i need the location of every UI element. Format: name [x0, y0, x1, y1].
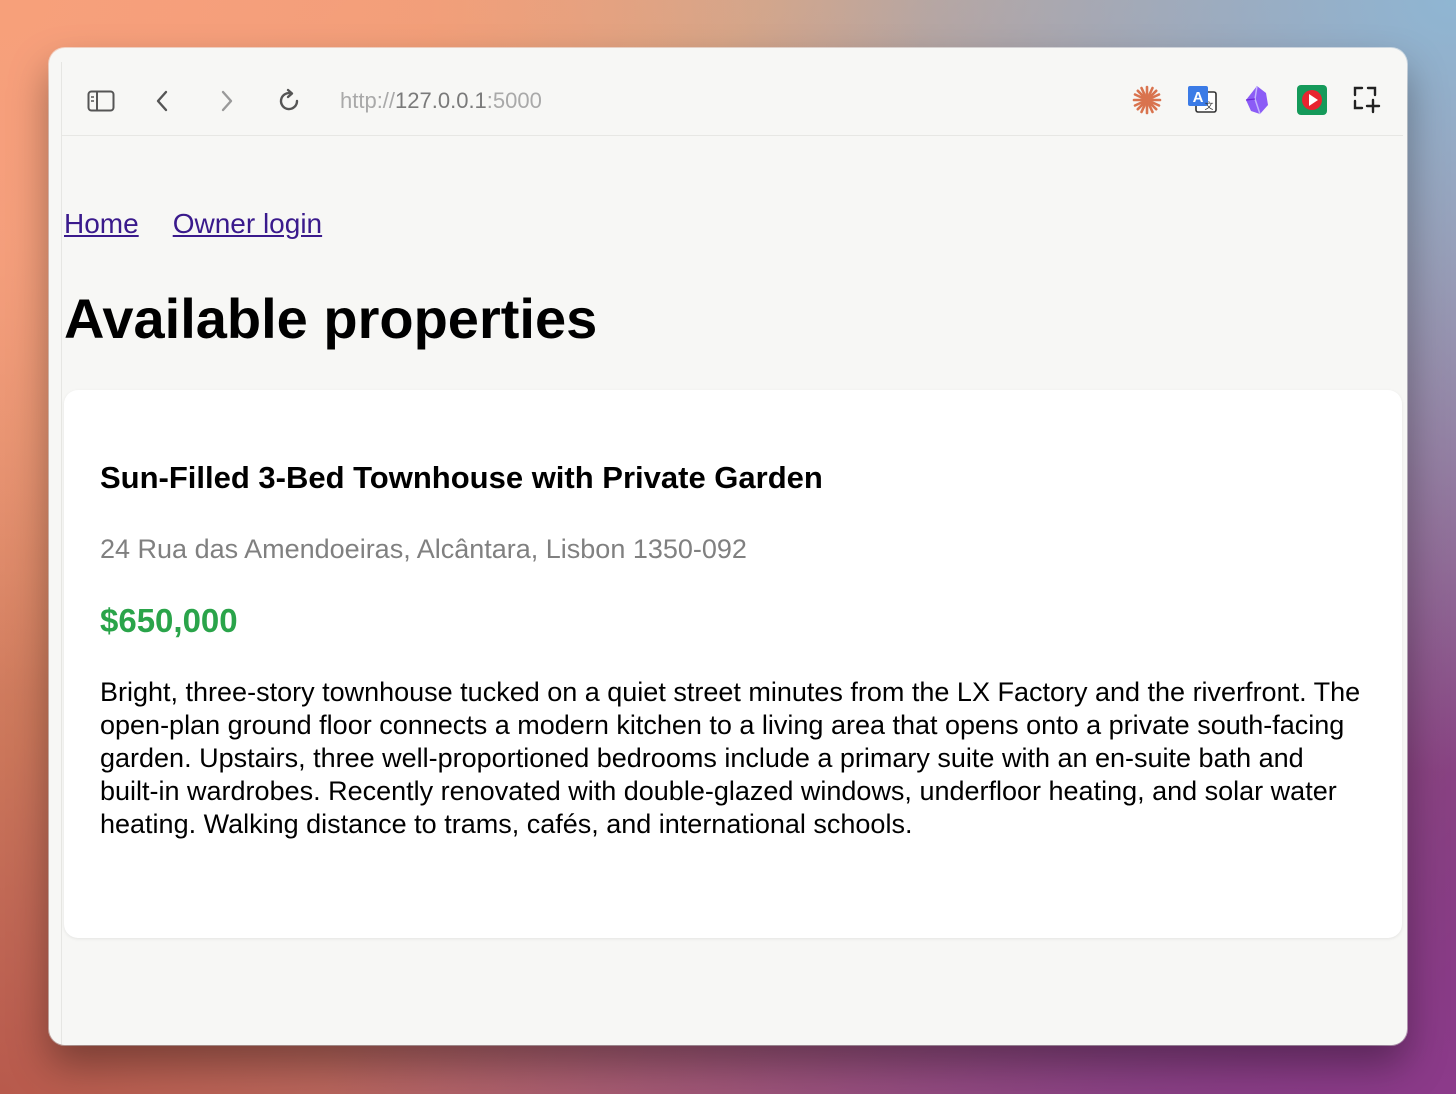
- reload-icon[interactable]: [274, 86, 304, 116]
- obsidian-icon[interactable]: [1240, 83, 1274, 117]
- url-scheme: http://: [340, 88, 396, 113]
- screenshot-icon[interactable]: [1350, 83, 1384, 117]
- svg-text:A: A: [1193, 89, 1204, 106]
- property-card: Sun-Filled 3-Bed Townhouse with Private …: [64, 390, 1402, 938]
- back-icon[interactable]: [147, 86, 177, 116]
- translate-icon[interactable]: A 文: [1185, 83, 1219, 117]
- url-host: 127.0.0.1: [395, 88, 487, 113]
- nav-link-owner-login[interactable]: Owner login: [173, 208, 322, 239]
- nav-link-home[interactable]: Home: [64, 208, 139, 239]
- browser-toolbar: http://127.0.0.1:5000 A 文: [62, 62, 1403, 136]
- site-nav: Home Owner login: [64, 208, 356, 240]
- page-title: Available properties: [64, 287, 598, 350]
- address-bar[interactable]: http://127.0.0.1:5000: [340, 86, 542, 116]
- browser-content: http://127.0.0.1:5000 A 文 Home Owner log…: [61, 62, 1403, 1045]
- svg-text:文: 文: [1204, 100, 1213, 111]
- forward-icon[interactable]: [212, 86, 242, 116]
- property-price: $650,000: [100, 602, 238, 639]
- claude-icon[interactable]: [1130, 83, 1164, 117]
- url-port: :5000: [486, 88, 542, 113]
- property-description: Bright, three-story townhouse tucked on …: [100, 677, 1361, 839]
- sidebar-toggle-icon[interactable]: [86, 86, 116, 116]
- video-speed-icon[interactable]: [1295, 83, 1329, 117]
- browser-window: http://127.0.0.1:5000 A 文 Home Owner log…: [49, 48, 1407, 1045]
- property-title: Sun-Filled 3-Bed Townhouse with Private …: [100, 460, 823, 495]
- property-address: 24 Rua das Amendoeiras, Alcântara, Lisbo…: [100, 534, 747, 564]
